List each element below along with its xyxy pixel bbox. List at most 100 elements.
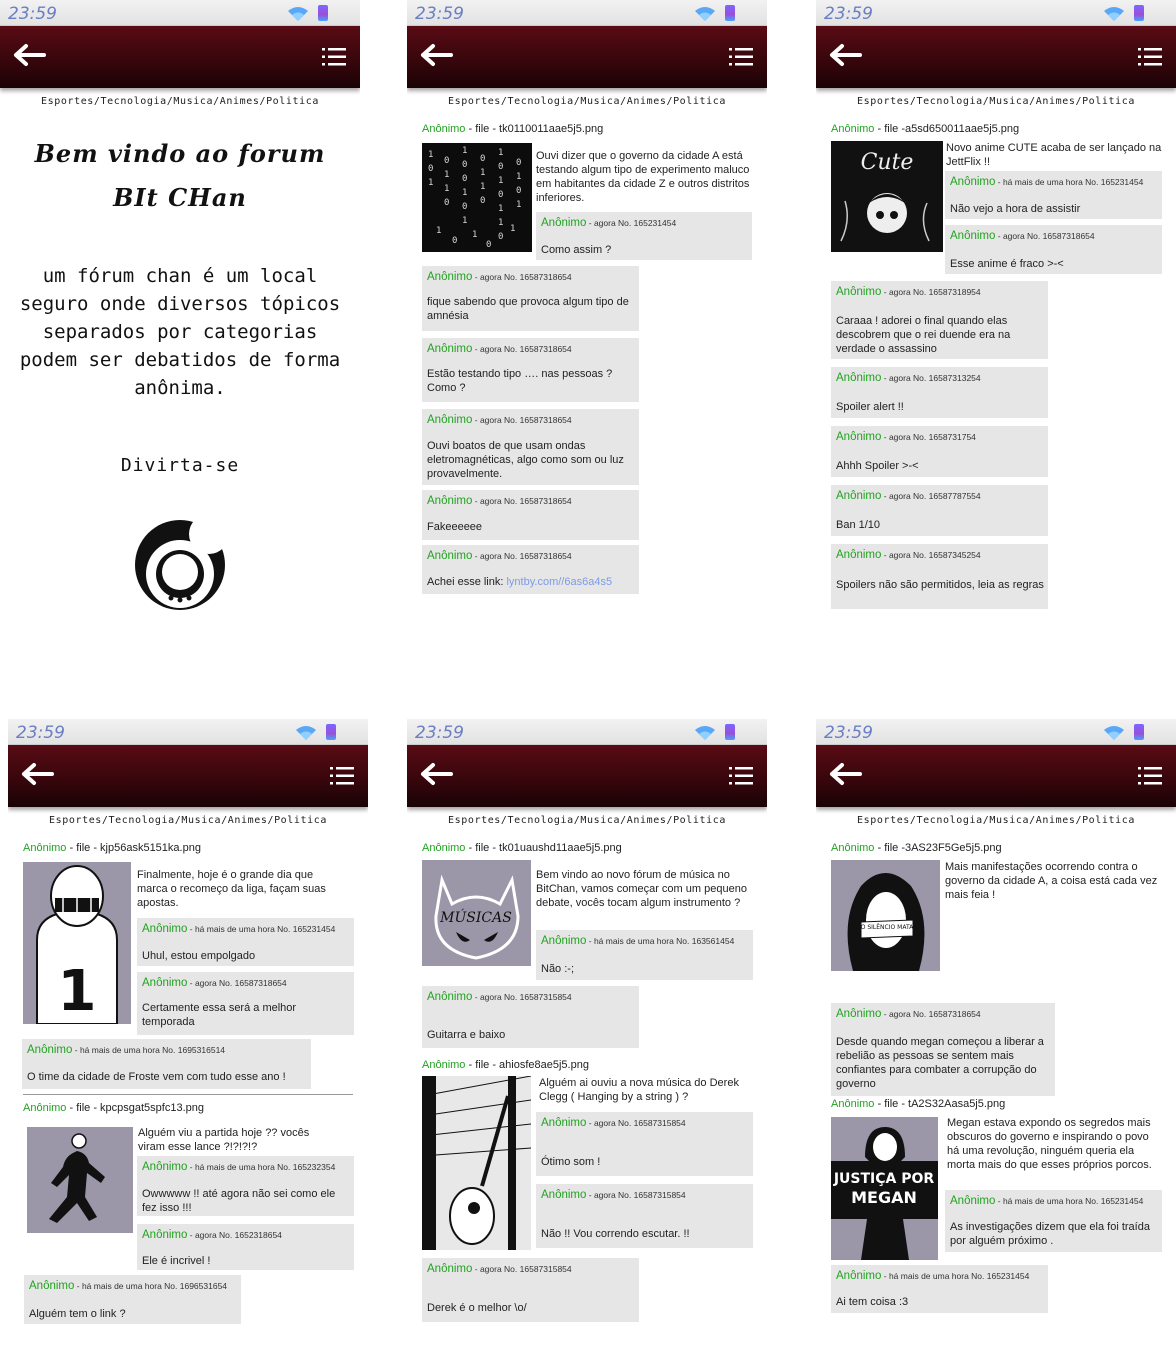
reply-post[interactable]: Anônimo - agora No. 16587315854 Derek é …	[422, 1258, 639, 1322]
op-header[interactable]: Anônimo - file - tk01uaushd11aae5j5.png	[422, 842, 622, 854]
reply-post[interactable]: Anônimo - agora No. 16587315854 Guitarra…	[422, 986, 639, 1048]
svg-text:1: 1	[516, 172, 521, 182]
reply-post[interactable]: Anônimo - agora No. 16587315854 Não !! V…	[536, 1184, 753, 1248]
op-text: Ouvi dizer que o governo da cidade A est…	[536, 150, 750, 204]
reply-link[interactable]: lyntby.com//6as6a4s5	[506, 576, 612, 588]
reply-post[interactable]: Anônimo - há mais de uma hora No. 163561…	[536, 930, 753, 980]
reply-header: Anônimo - agora No. 16587318654	[836, 1008, 981, 1020]
op-header[interactable]: Anônimo - file - tA2S32Aasa5j5.png	[831, 1098, 1005, 1110]
guitar-image[interactable]	[422, 1076, 531, 1250]
status-bar: 23:59	[407, 0, 767, 26]
reply-header: Anônimo - há mais de uma hora No. 169653…	[29, 1280, 228, 1292]
op-header[interactable]: Anônimo - file - tk0110011aae5j5.png	[422, 123, 603, 135]
reply-text: Esse anime é fraco >-<	[950, 258, 1064, 270]
reply-header: Anônimo - agora No. 16587318654	[427, 271, 572, 283]
category-links[interactable]: Esportes/Tecnologia/Musica/Animes/Politi…	[816, 96, 1176, 107]
justica-por-megan-image[interactable]: JUSTIÇA POR MEGAN	[831, 1117, 938, 1260]
soccer-player-image[interactable]	[27, 1127, 133, 1233]
reply-text: Não :-;	[541, 963, 575, 975]
svg-text:0: 0	[486, 240, 491, 250]
menu-list-icon[interactable]	[322, 46, 346, 68]
svg-text:1: 1	[510, 224, 515, 234]
op-header[interactable]: Anônimo - file -3AS23F5Ge5j5.png	[831, 842, 1002, 854]
app-bar	[8, 745, 368, 807]
reply-post[interactable]: Anônimo - há mais de uma hora No. 165232…	[137, 1156, 354, 1216]
matrix-code-image[interactable]: 101 0110 100101 0110 1010110 0101 10101	[422, 143, 532, 252]
category-links[interactable]: Esportes/Tecnologia/Musica/Animes/Politi…	[407, 96, 767, 107]
battery-icon	[1134, 5, 1144, 21]
svg-text:1: 1	[462, 146, 467, 156]
reply-post[interactable]: Anônimo - há mais de uma hora No. 165231…	[945, 171, 1162, 219]
back-arrow-icon[interactable]	[18, 759, 58, 789]
status-time: 23:59	[824, 4, 873, 24]
svg-text:1: 1	[498, 218, 503, 228]
svg-text:1: 1	[480, 168, 485, 178]
reply-post[interactable]: Anônimo - agora No. 16587318654 Achei es…	[422, 545, 639, 594]
category-links[interactable]: Esportes/Tecnologia/Musica/Animes/Politi…	[816, 815, 1176, 826]
reply-header: Anônimo - agora No. 16587318654	[427, 414, 572, 426]
reply-text: Alguém tem o link ?	[29, 1308, 126, 1320]
reply-header: Anônimo - agora No. 1658731754	[836, 431, 976, 443]
reply-text: Ai tem coisa :3	[836, 1296, 909, 1308]
reply-post[interactable]: Anônimo - agora No. 16587313254 Spoiler …	[831, 367, 1048, 418]
reply-text: Certamente essa será a melhor temporada	[142, 1002, 297, 1028]
silencio-mata-image[interactable]: O SILÊNCIO MATA	[831, 860, 940, 971]
screen-musica: 23:59 Esportes/Tecnologia/Musica/Animes/…	[407, 719, 767, 1359]
svg-text:0: 0	[444, 156, 449, 166]
reply-post[interactable]: Anônimo - há mais de uma hora No. 165231…	[945, 1190, 1162, 1252]
menu-list-icon[interactable]	[1138, 46, 1162, 68]
sign-line-2: MEGAN	[851, 1188, 917, 1207]
welcome-divirta: Divirta-se	[120, 455, 240, 476]
reply-post[interactable]: Anônimo - há mais de uma hora No. 169531…	[22, 1039, 311, 1089]
wifi-icon	[1104, 7, 1124, 21]
reply-post[interactable]: Anônimo - há mais de uma hora No. 165231…	[137, 918, 354, 966]
reply-post[interactable]: Anônimo - agora No. 16587318654 Certamen…	[137, 972, 354, 1035]
op-header[interactable]: Anônimo - file - ahiosfe8ae5j5.png	[422, 1059, 589, 1071]
reply-post[interactable]: Anônimo - agora No. 16587318654 Esse ani…	[945, 225, 1162, 274]
category-links[interactable]: Esportes/Tecnologia/Musica/Animes/Politi…	[407, 815, 767, 826]
wifi-icon	[695, 726, 715, 740]
menu-list-icon[interactable]	[330, 765, 354, 787]
back-arrow-icon[interactable]	[10, 40, 50, 70]
reply-text: Não !! Vou correndo escutar. !!	[541, 1228, 690, 1240]
reply-post[interactable]: Anônimo - há mais de uma hora No. 165231…	[831, 1265, 1048, 1313]
reply-post[interactable]: Anônimo - agora No. 1652318654 Ele é inc…	[137, 1224, 354, 1270]
back-arrow-icon[interactable]	[417, 40, 457, 70]
op-header[interactable]: Anônimo - file - kpcpsgat5spfc13.png	[23, 1102, 204, 1114]
reply-post[interactable]: Anônimo - agora No. 16587318654 Estão te…	[422, 338, 639, 402]
op-header[interactable]: Anônimo - file -a5sd650011aae5j5.png	[831, 123, 1019, 135]
menu-list-icon[interactable]	[729, 46, 753, 68]
reply-post[interactable]: Anônimo - agora No. 16587345254 Spoilers…	[831, 544, 1048, 609]
op-header[interactable]: Anônimo - file - kjp56ask5151ka.png	[23, 842, 201, 854]
screen-esportes: 23:59 Esportes/Tecnologia/Musica/Animes/…	[8, 719, 368, 1359]
op-text: Bem vindo ao novo fórum de música no Bit…	[536, 869, 747, 909]
menu-list-icon[interactable]	[729, 765, 753, 787]
svg-text:1: 1	[428, 150, 433, 160]
reply-post[interactable]: Anônimo - agora No. 1658731754 Ahhh Spoi…	[831, 426, 1048, 477]
reply-header: Anônimo - agora No. 16587318954	[836, 286, 981, 298]
reply-header: Anônimo - agora No. 16587318654	[427, 343, 572, 355]
anime-cute-image[interactable]: Cute	[831, 141, 943, 252]
wifi-icon	[1104, 726, 1124, 740]
musicas-cat-image[interactable]: MÚSICAS	[422, 860, 531, 966]
back-arrow-icon[interactable]	[826, 40, 866, 70]
svg-text:0: 0	[462, 160, 467, 170]
svg-text:1: 1	[472, 230, 477, 240]
reply-post[interactable]: Anônimo - agora No. 16587318954 Caraaa !…	[831, 281, 1048, 359]
reply-post[interactable]: Anônimo - agora No. 16587315854 Ótimo so…	[536, 1112, 753, 1176]
reply-post[interactable]: Anônimo - agora No. 16587318654 Desde qu…	[831, 1003, 1055, 1096]
reply-post[interactable]: Anônimo - agora No. 16587318654 Ouvi boa…	[422, 409, 639, 485]
category-links[interactable]: Esportes/Tecnologia/Musica/Animes/Politi…	[0, 96, 360, 107]
category-links[interactable]: Esportes/Tecnologia/Musica/Animes/Politi…	[8, 815, 368, 826]
football-player-image[interactable]: 1	[23, 862, 131, 1024]
reply-text: As investigações dizem que ela foi traíd…	[950, 1221, 1150, 1247]
welcome-description: um fórum chan é um local seguro onde div…	[19, 265, 341, 399]
back-arrow-icon[interactable]	[417, 759, 457, 789]
back-arrow-icon[interactable]	[826, 759, 866, 789]
reply-post[interactable]: Anônimo - agora No. 165231454 Como assim…	[536, 212, 752, 260]
reply-post[interactable]: Anônimo - agora No. 16587318654 fique sa…	[422, 266, 639, 331]
reply-post[interactable]: Anônimo - agora No. 16587787554 Ban 1/10	[831, 485, 1048, 536]
reply-post[interactable]: Anônimo - há mais de uma hora No. 169653…	[24, 1275, 241, 1324]
reply-post[interactable]: Anônimo - agora No. 16587318654 Fakeeeee…	[422, 490, 639, 540]
menu-list-icon[interactable]	[1138, 765, 1162, 787]
